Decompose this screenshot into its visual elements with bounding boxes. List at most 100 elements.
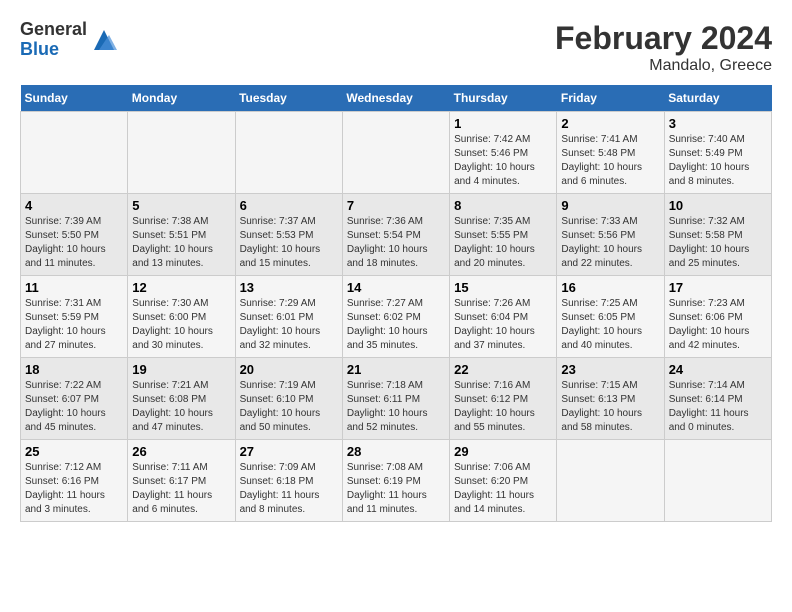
calendar-cell: 10 Sunrise: 7:32 AM Sunset: 5:58 PM Dayli… [664, 194, 771, 276]
calendar-table: SundayMondayTuesdayWednesdayThursdayFrid… [20, 85, 772, 522]
calendar-cell: 7 Sunrise: 7:36 AM Sunset: 5:54 PM Daylig… [342, 194, 449, 276]
day-info: Sunrise: 7:39 AM Sunset: 5:50 PM Dayligh… [25, 215, 123, 271]
weekday-header-sunday: Sunday [21, 85, 128, 112]
calendar-cell: 20Sunrise: 7:19 AM Sunset: 6:10 PM Dayli… [235, 358, 342, 440]
logo-general-text: General [20, 20, 87, 40]
calendar-cell: 4 Sunrise: 7:39 AM Sunset: 5:50 PM Daylig… [21, 194, 128, 276]
day-number: 23 [561, 362, 659, 377]
day-number: 14 [347, 280, 445, 295]
calendar-cell: 26 Sunrise: 7:11 AM Sunset: 6:17 PM Dayli… [128, 440, 235, 522]
day-info: Sunrise: 7:30 AM Sunset: 6:00 PM Dayligh… [132, 297, 230, 353]
day-info: Sunrise: 7:15 AM Sunset: 6:13 PM Dayligh… [561, 379, 659, 435]
day-number: 27 [240, 444, 338, 459]
calendar-week-row: 4 Sunrise: 7:39 AM Sunset: 5:50 PM Daylig… [21, 194, 772, 276]
day-number: 10 [669, 198, 767, 213]
day-number: 24 [669, 362, 767, 377]
day-number: 26 [132, 444, 230, 459]
day-info: Sunrise: 7:27 AM Sunset: 6:02 PM Dayligh… [347, 297, 445, 353]
day-number: 17 [669, 280, 767, 295]
logo-icon [89, 25, 119, 55]
calendar-cell: 5 Sunrise: 7:38 AM Sunset: 5:51 PM Daylig… [128, 194, 235, 276]
calendar-cell: 9Sunrise: 7:33 AM Sunset: 5:56 PM Daylig… [557, 194, 664, 276]
day-number: 18 [25, 362, 123, 377]
day-number: 13 [240, 280, 338, 295]
calendar-week-row: 1Sunrise: 7:42 AM Sunset: 5:46 PM Daylig… [21, 112, 772, 194]
weekday-header-saturday: Saturday [664, 85, 771, 112]
day-info: Sunrise: 7:42 AM Sunset: 5:46 PM Dayligh… [454, 133, 552, 189]
calendar-cell: 19 Sunrise: 7:21 AM Sunset: 6:08 PM Dayli… [128, 358, 235, 440]
weekday-header-tuesday: Tuesday [235, 85, 342, 112]
calendar-cell: 1Sunrise: 7:42 AM Sunset: 5:46 PM Daylig… [450, 112, 557, 194]
day-number: 7 [347, 198, 445, 213]
day-info: Sunrise: 7:32 AM Sunset: 5:58 PM Dayligh… [669, 215, 767, 271]
title-block: February 2024 Mandalo, Greece [555, 20, 772, 75]
calendar-cell: 13 Sunrise: 7:29 AM Sunset: 6:01 PM Dayli… [235, 276, 342, 358]
calendar-cell: 23 Sunrise: 7:15 AM Sunset: 6:13 PM Dayli… [557, 358, 664, 440]
day-info: Sunrise: 7:18 AM Sunset: 6:11 PM Dayligh… [347, 379, 445, 435]
day-number: 29 [454, 444, 552, 459]
calendar-cell [235, 112, 342, 194]
day-info: Sunrise: 7:22 AM Sunset: 6:07 PM Dayligh… [25, 379, 123, 435]
calendar-body: 1Sunrise: 7:42 AM Sunset: 5:46 PM Daylig… [21, 112, 772, 522]
day-number: 3 [669, 116, 767, 131]
day-info: Sunrise: 7:21 AM Sunset: 6:08 PM Dayligh… [132, 379, 230, 435]
calendar-cell: 21 Sunrise: 7:18 AM Sunset: 6:11 PM Dayli… [342, 358, 449, 440]
day-number: 16 [561, 280, 659, 295]
page-subtitle: Mandalo, Greece [555, 57, 772, 75]
calendar-cell: 2 Sunrise: 7:41 AM Sunset: 5:48 PM Daylig… [557, 112, 664, 194]
day-number: 21 [347, 362, 445, 377]
day-info: Sunrise: 7:33 AM Sunset: 5:56 PM Dayligh… [561, 215, 659, 271]
day-info: Sunrise: 7:35 AM Sunset: 5:55 PM Dayligh… [454, 215, 552, 271]
calendar-cell: 28Sunrise: 7:08 AM Sunset: 6:19 PM Dayli… [342, 440, 449, 522]
page-title: February 2024 [555, 20, 772, 57]
weekday-header-monday: Monday [128, 85, 235, 112]
calendar-cell: 27 Sunrise: 7:09 AM Sunset: 6:18 PM Dayli… [235, 440, 342, 522]
day-info: Sunrise: 7:26 AM Sunset: 6:04 PM Dayligh… [454, 297, 552, 353]
day-info: Sunrise: 7:12 AM Sunset: 6:16 PM Dayligh… [25, 461, 123, 517]
day-number: 19 [132, 362, 230, 377]
day-info: Sunrise: 7:11 AM Sunset: 6:17 PM Dayligh… [132, 461, 230, 517]
calendar-cell: 12 Sunrise: 7:30 AM Sunset: 6:00 PM Dayli… [128, 276, 235, 358]
day-number: 22 [454, 362, 552, 377]
day-info: Sunrise: 7:19 AM Sunset: 6:10 PM Dayligh… [240, 379, 338, 435]
calendar-cell [128, 112, 235, 194]
calendar-cell: 25 Sunrise: 7:12 AM Sunset: 6:16 PM Dayli… [21, 440, 128, 522]
calendar-cell: 24 Sunrise: 7:14 AM Sunset: 6:14 PM Dayli… [664, 358, 771, 440]
day-info: Sunrise: 7:36 AM Sunset: 5:54 PM Dayligh… [347, 215, 445, 271]
logo-blue-text: Blue [20, 40, 87, 60]
day-info: Sunrise: 7:14 AM Sunset: 6:14 PM Dayligh… [669, 379, 767, 435]
day-info: Sunrise: 7:40 AM Sunset: 5:49 PM Dayligh… [669, 133, 767, 189]
calendar-cell: 3 Sunrise: 7:40 AM Sunset: 5:49 PM Daylig… [664, 112, 771, 194]
day-info: Sunrise: 7:09 AM Sunset: 6:18 PM Dayligh… [240, 461, 338, 517]
day-number: 4 [25, 198, 123, 213]
weekday-header-row: SundayMondayTuesdayWednesdayThursdayFrid… [21, 85, 772, 112]
calendar-week-row: 18 Sunrise: 7:22 AM Sunset: 6:07 PM Dayli… [21, 358, 772, 440]
day-number: 6 [240, 198, 338, 213]
day-number: 15 [454, 280, 552, 295]
page-header: General Blue February 2024 Mandalo, Gree… [20, 20, 772, 75]
calendar-cell: 6Sunrise: 7:37 AM Sunset: 5:53 PM Daylig… [235, 194, 342, 276]
day-info: Sunrise: 7:41 AM Sunset: 5:48 PM Dayligh… [561, 133, 659, 189]
calendar-cell: 22Sunrise: 7:16 AM Sunset: 6:12 PM Dayli… [450, 358, 557, 440]
calendar-week-row: 11Sunrise: 7:31 AM Sunset: 5:59 PM Dayli… [21, 276, 772, 358]
day-info: Sunrise: 7:23 AM Sunset: 6:06 PM Dayligh… [669, 297, 767, 353]
day-info: Sunrise: 7:29 AM Sunset: 6:01 PM Dayligh… [240, 297, 338, 353]
day-number: 25 [25, 444, 123, 459]
day-number: 5 [132, 198, 230, 213]
weekday-header-wednesday: Wednesday [342, 85, 449, 112]
day-info: Sunrise: 7:25 AM Sunset: 6:05 PM Dayligh… [561, 297, 659, 353]
day-number: 8 [454, 198, 552, 213]
day-info: Sunrise: 7:38 AM Sunset: 5:51 PM Dayligh… [132, 215, 230, 271]
day-number: 12 [132, 280, 230, 295]
weekday-header-thursday: Thursday [450, 85, 557, 112]
weekday-header-friday: Friday [557, 85, 664, 112]
calendar-cell: 14 Sunrise: 7:27 AM Sunset: 6:02 PM Dayli… [342, 276, 449, 358]
calendar-cell: 29 Sunrise: 7:06 AM Sunset: 6:20 PM Dayli… [450, 440, 557, 522]
calendar-cell: 8 Sunrise: 7:35 AM Sunset: 5:55 PM Daylig… [450, 194, 557, 276]
calendar-week-row: 25 Sunrise: 7:12 AM Sunset: 6:16 PM Dayli… [21, 440, 772, 522]
day-info: Sunrise: 7:06 AM Sunset: 6:20 PM Dayligh… [454, 461, 552, 517]
calendar-cell: 16 Sunrise: 7:25 AM Sunset: 6:05 PM Dayli… [557, 276, 664, 358]
calendar-cell: 18 Sunrise: 7:22 AM Sunset: 6:07 PM Dayli… [21, 358, 128, 440]
day-number: 2 [561, 116, 659, 131]
calendar-cell [342, 112, 449, 194]
